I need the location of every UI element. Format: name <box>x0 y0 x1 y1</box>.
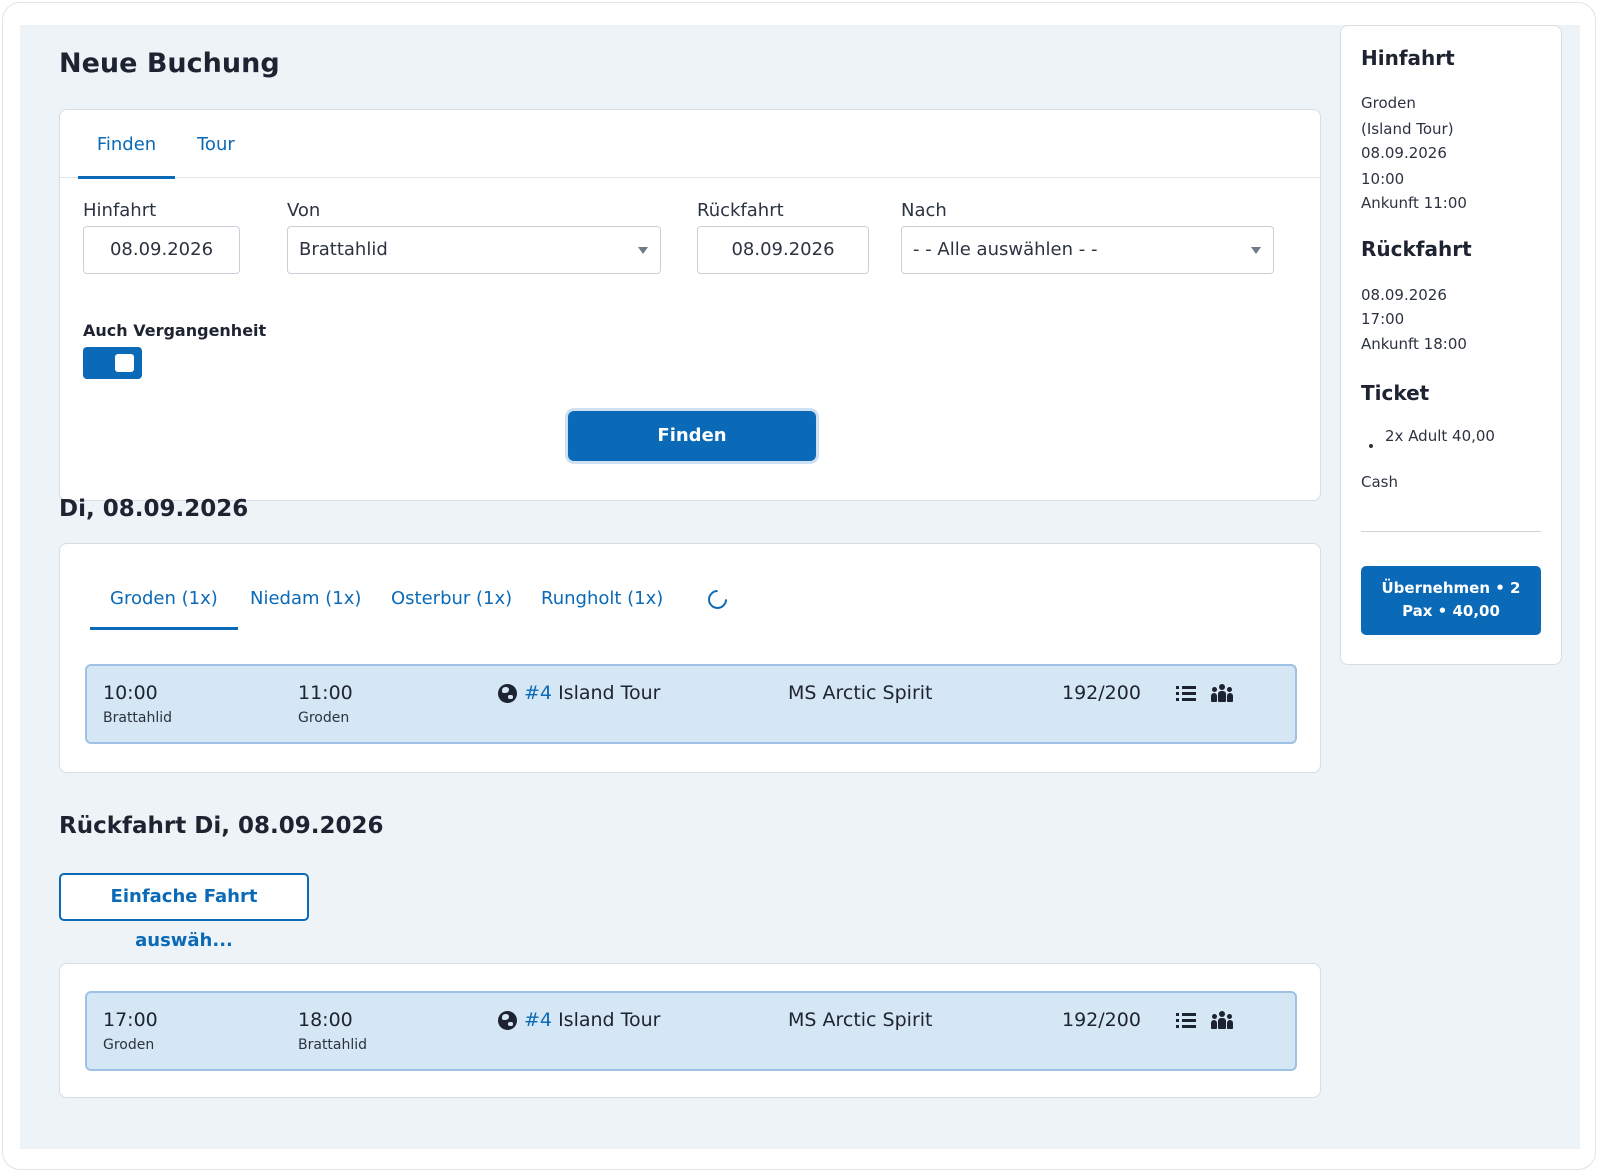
ship-name: MS Arctic Spirit <box>788 1009 933 1031</box>
from-select[interactable]: Brattahlid <box>287 226 661 274</box>
summary-ticket-item: 2x Adult 40,00 <box>1385 427 1495 445</box>
outbound-results-card: Groden (1x) Niedam (1x) Osterbur (1x) Ru… <box>59 543 1321 773</box>
return-trip-row[interactable]: 17:00 Groden 18:00 Brattahlid #4 Island … <box>85 991 1297 1071</box>
search-tabs: Finden Tour <box>60 110 1320 179</box>
summary-outbound-line: Groden <box>1361 94 1416 112</box>
users-icon[interactable] <box>1211 684 1233 702</box>
globe-icon <box>498 684 517 703</box>
tab-finden[interactable]: Finden <box>78 110 175 179</box>
past-toggle[interactable] <box>83 347 142 379</box>
toggle-knob <box>115 354 134 372</box>
departure-time: 10:00 <box>103 682 158 704</box>
outbound-trip-row[interactable]: 10:00 Brattahlid 11:00 Groden #4 Island … <box>85 664 1297 744</box>
destination-tab-groden[interactable]: Groden (1x) <box>90 571 238 630</box>
summary-outbound-line: Ankunft 11:00 <box>1361 194 1467 212</box>
one-way-button[interactable]: Einfache Fahrt auswäh... <box>59 873 309 951</box>
tour-number: #4 <box>524 682 553 704</box>
outbound-date-label: Hinfahrt <box>83 200 157 221</box>
arrival-time: 18:00 <box>298 1009 353 1031</box>
list-icon[interactable] <box>1176 1013 1196 1029</box>
tour-label[interactable]: #4 Island Tour <box>524 1009 660 1031</box>
find-button[interactable]: Finden <box>568 411 816 461</box>
tour-name: Island Tour <box>558 682 661 704</box>
tour-number: #4 <box>524 1009 553 1031</box>
summary-ticket-heading: Ticket <box>1361 381 1430 405</box>
return-results-card: 17:00 Groden 18:00 Brattahlid #4 Island … <box>59 963 1321 1098</box>
to-select[interactable]: - - Alle auswählen - - <box>901 226 1274 274</box>
return-date-label: Rückfahrt <box>697 200 784 221</box>
globe-icon <box>498 1011 517 1030</box>
summary-payment: Cash <box>1361 473 1398 491</box>
users-icon[interactable] <box>1211 1011 1233 1029</box>
from-label: Von <box>287 200 321 221</box>
summary-outbound-heading: Hinfahrt <box>1361 46 1455 70</box>
capacity: 192/200 <box>1062 1009 1141 1031</box>
destination-tab-osterbur[interactable]: Osterbur (1x) <box>391 571 512 627</box>
departure-time: 17:00 <box>103 1009 158 1031</box>
page-title: Neue Buchung <box>59 48 280 79</box>
destination-tab-niedam[interactable]: Niedam (1x) <box>250 571 361 627</box>
past-toggle-label: Auch Vergangenheit <box>83 321 267 340</box>
apply-button[interactable]: Übernehmen • 2 Pax • 40,00 <box>1361 566 1541 635</box>
chevron-down-icon <box>1251 247 1261 254</box>
bullet-icon <box>1369 444 1373 448</box>
tour-name: Island Tour <box>558 1009 661 1031</box>
outbound-date-input[interactable]: 08.09.2026 <box>83 226 240 274</box>
to-label: Nach <box>901 200 947 221</box>
list-icon[interactable] <box>1176 686 1196 702</box>
summary-return-heading: Rückfahrt <box>1361 237 1472 261</box>
summary-outbound-line: 08.09.2026 <box>1361 144 1447 162</box>
arrival-time: 11:00 <box>298 682 353 704</box>
capacity: 192/200 <box>1062 682 1141 704</box>
tour-label[interactable]: #4 Island Tour <box>524 682 660 704</box>
search-card: Finden Tour Hinfahrt 08.09.2026 Von Brat… <box>59 109 1321 501</box>
outbound-day-heading: Di, 08.09.2026 <box>59 496 249 522</box>
ship-name: MS Arctic Spirit <box>788 682 933 704</box>
return-date-input[interactable]: 08.09.2026 <box>697 226 869 274</box>
summary-outbound-line: (Island Tour) <box>1361 120 1454 138</box>
summary-return-line: 08.09.2026 <box>1361 286 1447 304</box>
return-day-heading: Rückfahrt Di, 08.09.2026 <box>59 813 384 839</box>
to-select-value: - - Alle auswählen - - <box>913 239 1098 260</box>
departure-place: Brattahlid <box>103 710 173 726</box>
booking-summary-panel: Hinfahrt Groden (Island Tour) 08.09.2026… <box>1340 25 1562 665</box>
summary-return-line: Ankunft 18:00 <box>1361 335 1467 353</box>
summary-return-line: 17:00 <box>1361 310 1405 328</box>
tab-tour[interactable]: Tour <box>197 110 235 178</box>
departure-place: Groden <box>103 1037 155 1053</box>
chevron-down-icon <box>638 247 648 254</box>
destination-tab-rungholt[interactable]: Rungholt (1x) <box>541 571 663 627</box>
from-select-value: Brattahlid <box>299 239 388 260</box>
summary-outbound-line: 10:00 <box>1361 170 1405 188</box>
arrival-place: Brattahlid <box>298 1037 368 1053</box>
refresh-icon[interactable] <box>704 586 731 613</box>
summary-divider <box>1361 531 1541 532</box>
arrival-place: Groden <box>298 710 350 726</box>
